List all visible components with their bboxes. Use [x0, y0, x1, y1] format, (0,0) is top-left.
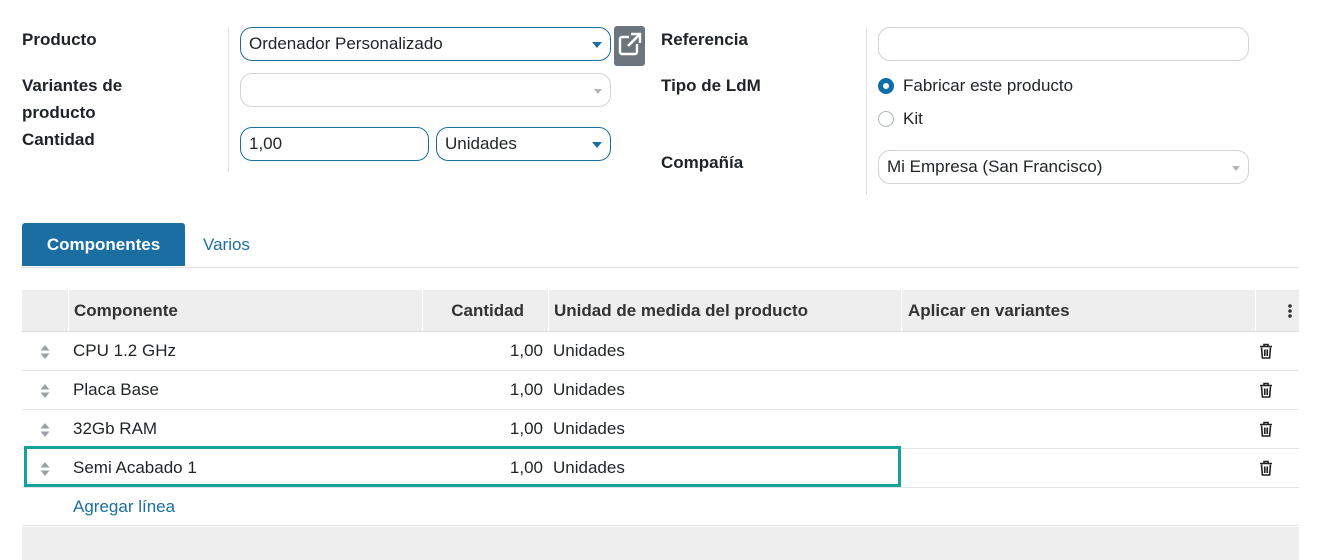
radio-unselected-icon [878, 111, 894, 127]
quantity-input-value: 1,00 [249, 134, 283, 153]
trash-icon[interactable] [1259, 460, 1273, 476]
company-label: Compañía [661, 153, 744, 172]
component-uom[interactable]: Unidades [553, 371, 625, 409]
drag-handle-icon[interactable] [40, 422, 50, 438]
component-name[interactable]: CPU 1.2 GHz [73, 332, 176, 370]
drag-handle-icon[interactable] [40, 344, 50, 360]
external-link-icon [618, 32, 642, 56]
bom-type-label: Tipo de LdM [661, 76, 761, 95]
radio-kit-label: Kit [903, 109, 923, 128]
radio-manufacture-label: Fabricar este producto [903, 76, 1074, 95]
table-footer [22, 527, 1299, 560]
radio-kit[interactable]: Kit [878, 107, 998, 131]
company-select-value: Mi Empresa (San Francisco) [887, 157, 1103, 176]
column-header-unidad[interactable]: Unidad de medida del producto [554, 290, 808, 331]
component-quantity[interactable]: 1,00 [422, 371, 543, 409]
drag-handle-icon[interactable] [40, 383, 50, 399]
radio-selected-icon [878, 78, 894, 94]
reference-input[interactable] [878, 27, 1249, 61]
right-column-separator [866, 27, 867, 195]
tab-componentes[interactable]: Componentes [22, 223, 185, 266]
trash-icon[interactable] [1259, 382, 1273, 398]
variants-label-line2: producto [22, 103, 96, 122]
component-name[interactable]: 32Gb RAM [73, 410, 157, 448]
left-column-separator [228, 27, 229, 172]
product-select[interactable]: Ordenador Personalizado [240, 27, 611, 61]
column-header-variantes[interactable]: Aplicar en variantes [908, 290, 1070, 331]
uom-select[interactable]: Unidades [436, 127, 611, 161]
tab-divider [22, 267, 1299, 268]
table-header: Componente Cantidad Unidad de medida del… [22, 290, 1299, 332]
variants-select[interactable] [240, 73, 611, 107]
add-line-row: Agregar línea [22, 488, 1299, 526]
company-select[interactable]: Mi Empresa (San Francisco) [878, 150, 1249, 184]
table-row[interactable]: CPU 1.2 GHz 1,00 Unidades [22, 332, 1299, 371]
chevron-down-icon [594, 89, 602, 94]
quantity-label: Cantidad [22, 130, 95, 149]
component-name[interactable]: Placa Base [73, 371, 159, 409]
variants-label-line1: Variantes de [22, 76, 123, 95]
external-link-button[interactable] [614, 26, 645, 66]
reference-label: Referencia [661, 30, 748, 49]
row-highlight-frame [24, 446, 901, 487]
table-row[interactable]: 32Gb RAM 1,00 Unidades [22, 410, 1299, 449]
radio-manufacture[interactable]: Fabricar este producto [878, 74, 1138, 98]
trash-icon[interactable] [1259, 421, 1273, 437]
table-row[interactable]: Placa Base 1,00 Unidades [22, 371, 1299, 410]
column-header-componente[interactable]: Componente [74, 290, 178, 331]
tab-varios[interactable]: Varios [203, 223, 250, 266]
kebab-menu-icon[interactable] [1287, 303, 1293, 319]
component-quantity[interactable]: 1,00 [422, 410, 543, 448]
product-label: Producto [22, 30, 97, 49]
chevron-down-icon [592, 142, 602, 148]
chevron-down-icon [1232, 166, 1240, 171]
component-uom[interactable]: Unidades [553, 332, 625, 370]
add-line-link[interactable]: Agregar línea [73, 488, 175, 526]
column-header-cantidad[interactable]: Cantidad [422, 290, 524, 331]
product-select-value: Ordenador Personalizado [249, 34, 443, 53]
quantity-input[interactable]: 1,00 [240, 127, 429, 161]
uom-select-value: Unidades [445, 134, 517, 153]
component-uom[interactable]: Unidades [553, 410, 625, 448]
trash-icon[interactable] [1259, 343, 1273, 359]
chevron-down-icon [592, 42, 602, 48]
component-quantity[interactable]: 1,00 [422, 332, 543, 370]
